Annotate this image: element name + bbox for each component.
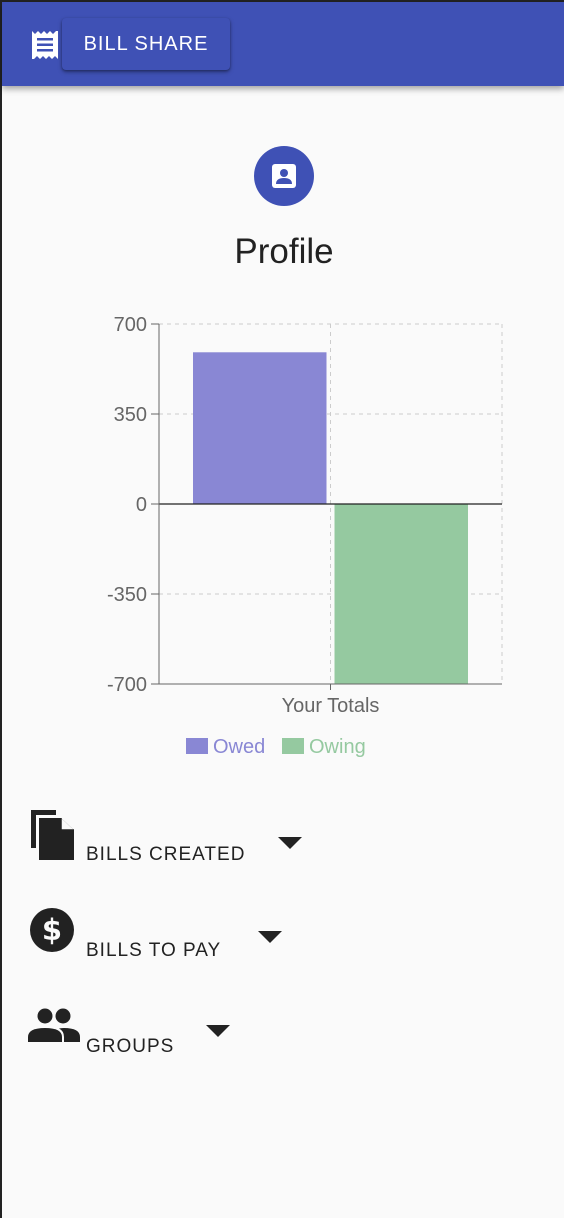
y-tick-label: -350 xyxy=(107,584,147,606)
profile-title: Profile xyxy=(234,232,334,271)
x-tick-label: Your Totals xyxy=(282,695,380,717)
groups-section[interactable]: GROUPS xyxy=(28,1008,348,1072)
bar-owed xyxy=(193,352,327,504)
app-title: BILL SHARE xyxy=(83,32,209,55)
people-icon xyxy=(28,1008,80,1049)
legend-swatch xyxy=(282,738,304,754)
dollar-circle-icon: $ xyxy=(28,906,76,959)
chevron-down-icon[interactable] xyxy=(206,1024,230,1042)
section-label: BILLS TO PAY xyxy=(86,940,222,961)
y-tick-label: 350 xyxy=(114,404,147,426)
app-bar: BILL SHARE xyxy=(2,2,564,86)
section-label: GROUPS xyxy=(86,1036,175,1057)
bar-chart: 700 350 0 -350 -700 Your Totals Owed Owing xyxy=(107,314,503,758)
bar-owing xyxy=(334,504,468,684)
file-copy-icon xyxy=(28,808,78,867)
legend-swatch xyxy=(186,738,208,754)
bills-to-pay-section[interactable]: $ BILLS TO PAY xyxy=(28,906,348,970)
y-tick-label: 0 xyxy=(136,494,147,516)
legend-label: Owed xyxy=(213,736,265,758)
y-tick-label: -700 xyxy=(107,674,147,696)
chevron-down-icon[interactable] xyxy=(278,836,302,854)
y-tick-label: 700 xyxy=(114,314,147,336)
legend-label: Owing xyxy=(309,736,366,758)
receipt-icon[interactable] xyxy=(28,28,62,62)
bills-created-section[interactable]: BILLS CREATED xyxy=(28,808,348,872)
chevron-down-icon[interactable] xyxy=(258,930,282,948)
section-label: BILLS CREATED xyxy=(86,844,246,865)
svg-text:$: $ xyxy=(42,913,62,947)
bill-share-button[interactable]: BILL SHARE xyxy=(62,18,230,70)
contact-card-icon xyxy=(254,146,314,206)
